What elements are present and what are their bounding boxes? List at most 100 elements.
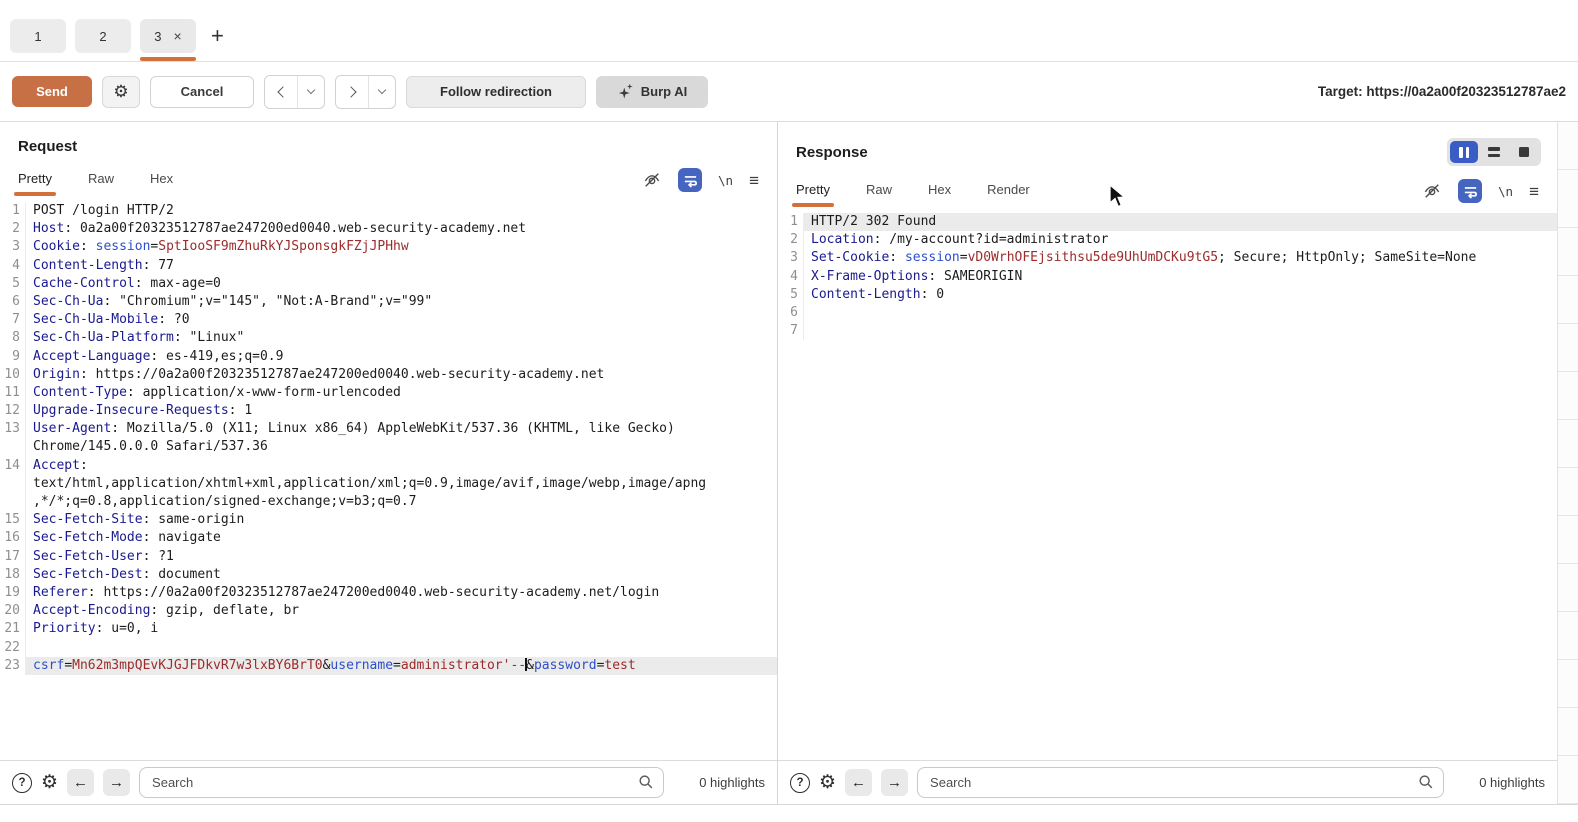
close-tab-icon[interactable]: × bbox=[174, 29, 182, 43]
chevron-down-icon bbox=[378, 86, 386, 94]
editor-menu-icon[interactable]: ≡ bbox=[749, 172, 759, 189]
editor-line[interactable]: 14Accept: bbox=[0, 457, 777, 475]
history-back-button[interactable] bbox=[265, 76, 297, 108]
history-forward-button[interactable] bbox=[336, 76, 368, 108]
line-number: 7 bbox=[778, 322, 804, 340]
add-tab-button[interactable]: + bbox=[211, 23, 224, 49]
follow-redirection-button[interactable]: Follow redirection bbox=[406, 76, 586, 108]
line-number: 3 bbox=[0, 238, 26, 256]
tab-raw[interactable]: Raw bbox=[866, 182, 892, 207]
nonprintable-chars-icon[interactable]: \n bbox=[718, 173, 733, 188]
editor-line[interactable]: 1POST /login HTTP/2 bbox=[0, 202, 777, 220]
layout-rows-button[interactable] bbox=[1480, 141, 1508, 163]
search-input[interactable] bbox=[139, 767, 664, 798]
tab-render[interactable]: Render bbox=[987, 182, 1030, 207]
send-button[interactable]: Send bbox=[12, 76, 92, 107]
line-number: 6 bbox=[778, 304, 804, 322]
editor-line[interactable]: 2Host: 0a2a00f20323512787ae247200ed0040.… bbox=[0, 220, 777, 238]
editor-line[interactable]: 13User-Agent: Mozilla/5.0 (X11; Linux x8… bbox=[0, 420, 777, 438]
line-number: 16 bbox=[0, 529, 26, 547]
sparkle-icon bbox=[617, 84, 633, 100]
search-next-button[interactable]: → bbox=[103, 769, 130, 796]
tab-pretty[interactable]: Pretty bbox=[796, 182, 830, 207]
hide-highlights-icon[interactable] bbox=[642, 170, 662, 190]
editor-line[interactable]: 6Sec-Ch-Ua: "Chromium";v="145", "Not:A-B… bbox=[0, 293, 777, 311]
line-number: 19 bbox=[0, 584, 26, 602]
hide-highlights-icon[interactable] bbox=[1422, 181, 1442, 201]
editor-line[interactable]: 1HTTP/2 302 Found bbox=[778, 213, 1557, 231]
line-number: 2 bbox=[0, 220, 26, 238]
repeater-tab-1[interactable]: 1 bbox=[10, 19, 66, 53]
editor-line[interactable]: 9Accept-Language: es-419,es;q=0.9 bbox=[0, 348, 777, 366]
editor-line[interactable]: 5Content-Length: 0 bbox=[778, 286, 1557, 304]
line-number: 20 bbox=[0, 602, 26, 620]
tab-hex[interactable]: Hex bbox=[150, 171, 173, 196]
editor-line[interactable]: 16Sec-Fetch-Mode: navigate bbox=[0, 529, 777, 547]
editor-line[interactable]: 8Sec-Ch-Ua-Platform: "Linux" bbox=[0, 329, 777, 347]
search-prev-button[interactable]: ← bbox=[67, 769, 94, 796]
editor-line[interactable]: 19Referer: https://0a2a00f20323512787ae2… bbox=[0, 584, 777, 602]
search-input[interactable] bbox=[917, 767, 1444, 798]
nonprintable-chars-icon[interactable]: \n bbox=[1498, 184, 1513, 199]
chevron-down-icon bbox=[307, 86, 315, 94]
editor-line[interactable]: 5Cache-Control: max-age=0 bbox=[0, 275, 777, 293]
request-header: Request bbox=[0, 122, 777, 157]
line-number: 4 bbox=[0, 257, 26, 275]
editor-line[interactable]: 22 bbox=[0, 639, 777, 657]
search-settings-icon[interactable]: ⚙ bbox=[819, 773, 836, 792]
burp-ai-button[interactable]: Burp AI bbox=[596, 76, 708, 108]
search-settings-icon[interactable]: ⚙ bbox=[41, 773, 58, 792]
editor-menu-icon[interactable]: ≡ bbox=[1529, 183, 1539, 200]
collapsed-inspector-strip[interactable] bbox=[1557, 122, 1578, 804]
editor-line[interactable]: 4Content-Length: 77 bbox=[0, 257, 777, 275]
response-editor[interactable]: 1HTTP/2 302 Found2Location: /my-account?… bbox=[778, 210, 1557, 760]
repeater-tab-3[interactable]: 3 × bbox=[140, 19, 196, 53]
editor-line[interactable]: 10Origin: https://0a2a00f20323512787ae24… bbox=[0, 366, 777, 384]
word-wrap-icon[interactable] bbox=[678, 168, 702, 192]
editor-line[interactable]: 11Content-Type: application/x-www-form-u… bbox=[0, 384, 777, 402]
help-icon[interactable]: ? bbox=[790, 773, 810, 793]
line-number: 2 bbox=[778, 231, 804, 249]
search-next-button[interactable]: → bbox=[881, 769, 908, 796]
tab-pretty[interactable]: Pretty bbox=[18, 171, 52, 196]
editor-line[interactable]: 23csrf=Mn62m3mpQEvKJGJFDkvR7w3lxBY6BrT0&… bbox=[0, 657, 777, 675]
word-wrap-icon[interactable] bbox=[1458, 179, 1482, 203]
repeater-tab-2[interactable]: 2 bbox=[75, 19, 131, 53]
editor-line[interactable]: 12Upgrade-Insecure-Requests: 1 bbox=[0, 402, 777, 420]
request-editor[interactable]: 1POST /login HTTP/22Host: 0a2a00f2032351… bbox=[0, 199, 777, 760]
search-prev-button[interactable]: ← bbox=[845, 769, 872, 796]
editor-line[interactable]: 3Set-Cookie: session=vD0WrhOFEjsithsu5de… bbox=[778, 249, 1557, 267]
tab-hex[interactable]: Hex bbox=[928, 182, 951, 207]
editor-line[interactable]: 20Accept-Encoding: gzip, deflate, br bbox=[0, 602, 777, 620]
line-number: 23 bbox=[0, 657, 26, 675]
editor-line[interactable]: 2Location: /my-account?id=administrator bbox=[778, 231, 1557, 249]
history-back-dropdown[interactable] bbox=[297, 76, 324, 108]
editor-line[interactable]: text/html,application/xhtml+xml,applicat… bbox=[0, 475, 777, 493]
editor-line[interactable]: 7Sec-Ch-Ua-Mobile: ?0 bbox=[0, 311, 777, 329]
editor-line[interactable]: ,*/*;q=0.8,application/signed-exchange;v… bbox=[0, 493, 777, 511]
rows-icon bbox=[1488, 147, 1500, 157]
editor-line[interactable]: Chrome/145.0.0.0 Safari/537.36 bbox=[0, 438, 777, 456]
editor-line[interactable]: 17Sec-Fetch-User: ?1 bbox=[0, 548, 777, 566]
response-search-bar: ? ⚙ ← → 0 highlights bbox=[778, 760, 1557, 804]
line-number: 1 bbox=[778, 213, 804, 231]
editor-line[interactable]: 4X-Frame-Options: SAMEORIGIN bbox=[778, 268, 1557, 286]
editor-line[interactable]: 7 bbox=[778, 322, 1557, 340]
line-number: 12 bbox=[0, 402, 26, 420]
editor-line[interactable]: 18Sec-Fetch-Dest: document bbox=[0, 566, 777, 584]
send-settings-button[interactable]: ⚙ bbox=[102, 76, 140, 108]
response-search-box bbox=[917, 767, 1444, 798]
cancel-button[interactable]: Cancel bbox=[150, 76, 254, 108]
layout-single-button[interactable] bbox=[1510, 141, 1538, 163]
layout-columns-button[interactable] bbox=[1450, 141, 1478, 163]
editor-line[interactable]: 6 bbox=[778, 304, 1557, 322]
history-forward-dropdown[interactable] bbox=[368, 76, 395, 108]
editor-line[interactable]: 15Sec-Fetch-Site: same-origin bbox=[0, 511, 777, 529]
toolbar: Send ⚙ Cancel Follow redirection Burp AI… bbox=[0, 62, 1578, 122]
request-search-bar: ? ⚙ ← → 0 highlights bbox=[0, 760, 777, 804]
editor-line[interactable]: 3Cookie: session=SptIooSF9mZhuRkYJSponsg… bbox=[0, 238, 777, 256]
editor-line[interactable]: 21Priority: u=0, i bbox=[0, 620, 777, 638]
help-icon[interactable]: ? bbox=[12, 773, 32, 793]
line-number: 21 bbox=[0, 620, 26, 638]
tab-raw[interactable]: Raw bbox=[88, 171, 114, 196]
